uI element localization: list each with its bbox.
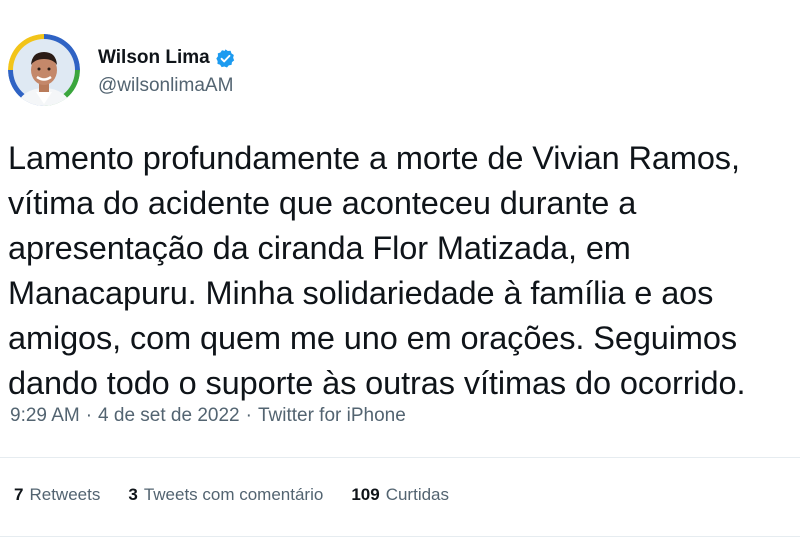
divider [0, 536, 800, 537]
likes-count: 109 [351, 485, 380, 504]
tweet-date[interactable]: 4 de set de 2022 [98, 405, 240, 427]
quote-tweets-stat[interactable]: 3 Tweets com comentário [128, 485, 323, 505]
quote-tweets-label: Tweets com comentário [143, 485, 324, 504]
retweets-label: Retweets [29, 485, 101, 504]
tweet-text: Lamento profundamente a morte de Vivian … [8, 140, 746, 401]
name-row: Wilson Lima [98, 43, 236, 73]
user-handle[interactable]: @wilsonlimaAM [98, 75, 236, 97]
meta-separator: · [245, 405, 252, 426]
tweet-metadata: 9:29 AM · 4 de set de 2022 · Twitter for… [10, 405, 406, 427]
display-name[interactable]: Wilson Lima [98, 47, 210, 69]
avatar[interactable] [8, 34, 80, 106]
tweet-time[interactable]: 9:29 AM [10, 405, 80, 427]
likes-stat[interactable]: 109 Curtidas [351, 485, 449, 505]
tweet-source[interactable]: Twitter for iPhone [258, 405, 406, 427]
avatar-image [8, 34, 80, 106]
verified-badge-icon [215, 48, 236, 69]
tweet-stats: 7 Retweets 3 Tweets com comentário 109 C… [14, 485, 477, 505]
likes-label: Curtidas [385, 485, 450, 504]
tweet-header: Wilson Lima @wilsonlimaAM [8, 34, 236, 106]
retweets-stat[interactable]: 7 Retweets [14, 485, 100, 505]
meta-separator: · [85, 405, 93, 426]
user-info: Wilson Lima @wilsonlimaAM [98, 34, 236, 106]
retweets-count: 7 [14, 485, 24, 504]
tweet-card: Wilson Lima @wilsonlimaAM Lamento profun… [0, 0, 800, 543]
divider [0, 457, 800, 458]
quote-tweets-count: 3 [128, 485, 138, 504]
